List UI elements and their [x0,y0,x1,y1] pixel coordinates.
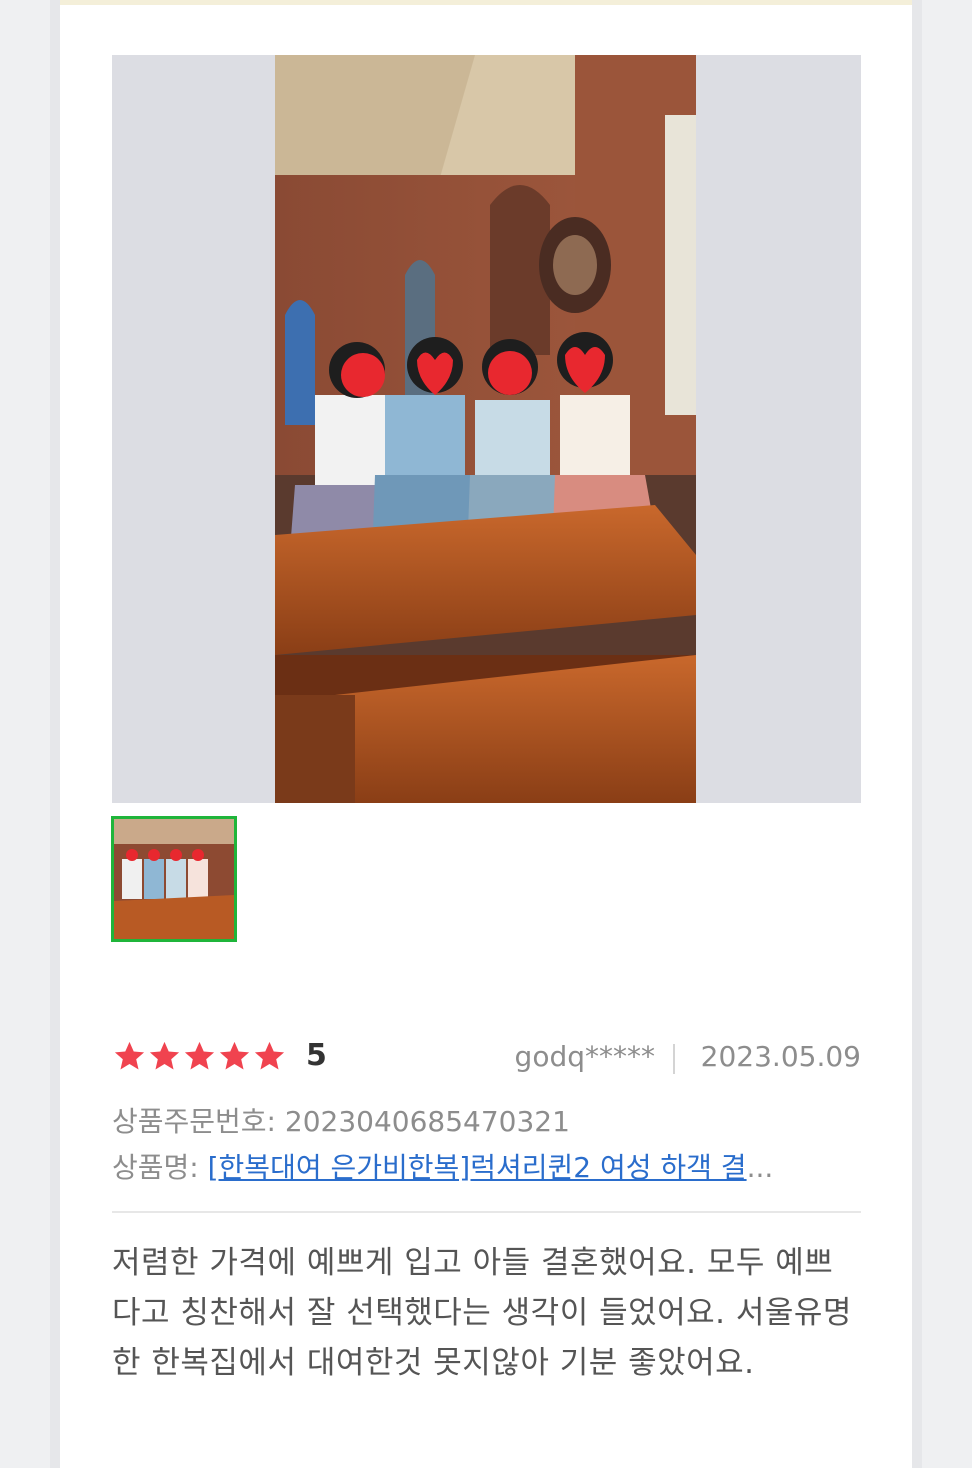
card-top-accent [60,0,912,5]
star-icon [254,1041,285,1070]
review-meta-row: 5 godq***** 2023.05.09 [112,1036,861,1078]
review-photo[interactable] [275,55,696,803]
product-name-label: 상품명: [112,1151,199,1184]
product-name-line: 상품명: [한복대여 은가비한복]럭셔리퀸2 여성 하객 결... [112,1146,837,1186]
meta-separator [673,1044,675,1074]
order-number-line: 상품주문번호: 2023040685470321 [112,1100,570,1140]
review-page: 5 godq***** 2023.05.09 상품주문번호: 202304068… [0,0,972,1468]
star-rating [112,1039,287,1075]
review-body-text: 저렴한 가격에 예쁘게 입고 아들 결혼했어요. 모두 예쁘다고 칭찬해서 잘 … [112,1245,852,1381]
review-photo-thumbnail[interactable] [111,816,237,942]
product-name-ellipsis: ... [746,1151,774,1184]
page-margin-left [50,0,60,1468]
star-icon [184,1041,215,1070]
reviewer-id: godq***** [514,1040,655,1073]
order-number-label: 상품주문번호: [112,1105,276,1138]
review-date: 2023.05.09 [700,1040,861,1073]
rating-score: 5 [306,1038,327,1073]
divider [112,1211,861,1213]
star-icon [149,1041,180,1070]
page-margin-right [912,0,922,1468]
star-icon [114,1041,145,1070]
review-photo-viewer[interactable] [112,55,861,803]
product-name-link[interactable]: [한복대여 은가비한복]럭셔리퀸2 여성 하객 결 [208,1151,747,1184]
star-icon [219,1041,250,1070]
order-number-value: 2023040685470321 [284,1105,570,1138]
